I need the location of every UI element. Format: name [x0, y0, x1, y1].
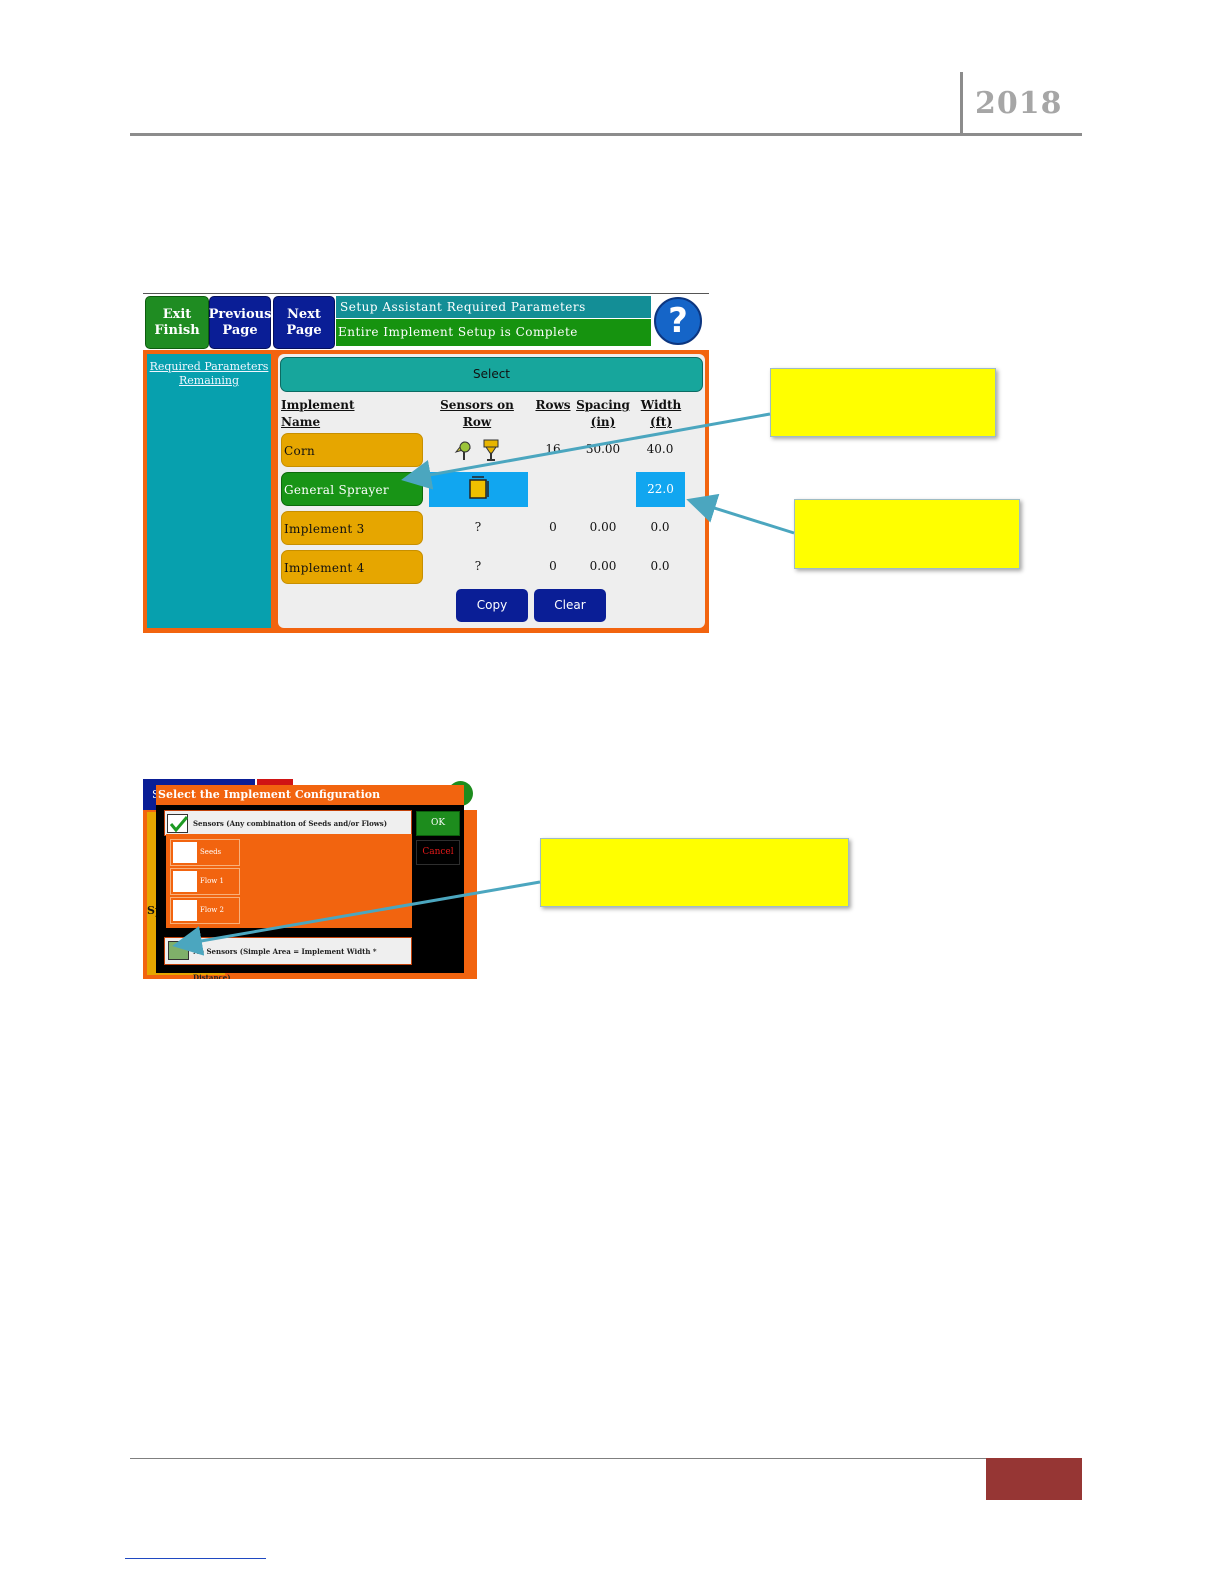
footer-link[interactable] [125, 1558, 266, 1559]
arrow-to-no-sensors [172, 880, 541, 956]
arrow-to-sprayer [401, 412, 771, 490]
footer-page-box [986, 1458, 1082, 1500]
callout-arrows [172, 412, 795, 956]
footer-rule [130, 1458, 1082, 1459]
arrow-to-width [686, 493, 795, 535]
